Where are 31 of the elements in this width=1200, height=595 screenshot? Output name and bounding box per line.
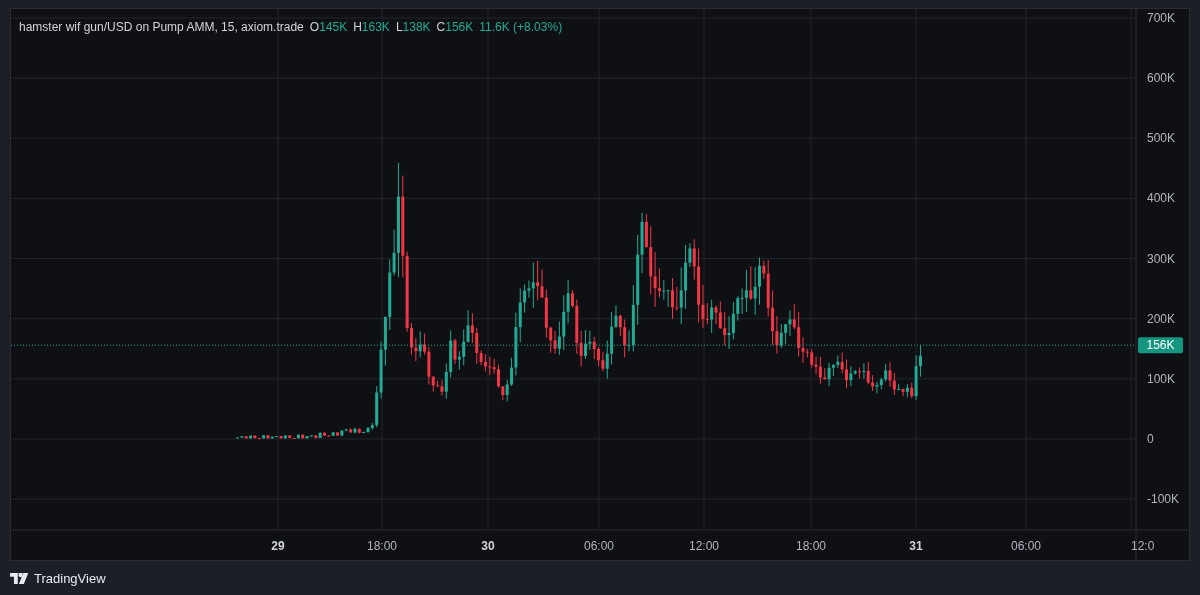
price-axis-label: -100K — [1147, 492, 1180, 507]
time-axis-label: 18:00 — [796, 539, 826, 553]
price-axis-label: 100K — [1147, 371, 1176, 386]
logo-icon — [10, 572, 30, 584]
brand-name: TradingView — [34, 570, 106, 586]
time-axis-label: 30 — [481, 539, 495, 553]
ohlc-value: 156K — [445, 20, 474, 34]
time-axis-label: 31 — [909, 539, 923, 553]
ohlc-value: 145K — [319, 20, 348, 34]
price-change: 11.6K (+8.03%) — [479, 20, 563, 34]
ohlc-label: L — [395, 20, 403, 34]
ohlc-value: 138K — [402, 20, 431, 34]
time-axis-label: 06:00 — [1011, 539, 1041, 553]
price-axis-label: 600K — [1147, 71, 1176, 86]
price-axis-label: 700K — [1147, 11, 1176, 25]
ohlc-label: C — [436, 20, 446, 34]
symbol-title: hamster wif gun/USD on Pump AMM, 15, axiom.trade — [19, 20, 304, 34]
price-axis-label: 500K — [1147, 131, 1176, 146]
last-price-badge: 156K — [1138, 337, 1183, 354]
time-axis-label: 12:0 — [1131, 539, 1155, 553]
price-axis-label: 300K — [1147, 251, 1176, 266]
time-axis-label: 06:00 — [584, 539, 614, 553]
time-axis-label: 18:00 — [367, 539, 397, 553]
time-axis-label: 12:00 — [689, 539, 719, 553]
ohlc-label: O — [309, 20, 320, 34]
price-axis-label: 200K — [1147, 311, 1176, 326]
price-axis-label: 400K — [1147, 191, 1176, 206]
ohlc-value: 163K — [361, 20, 390, 34]
time-axis-label: 29 — [271, 539, 285, 553]
ohlc-label: H — [353, 20, 362, 34]
price-axis-label: 0 — [1147, 432, 1154, 446]
